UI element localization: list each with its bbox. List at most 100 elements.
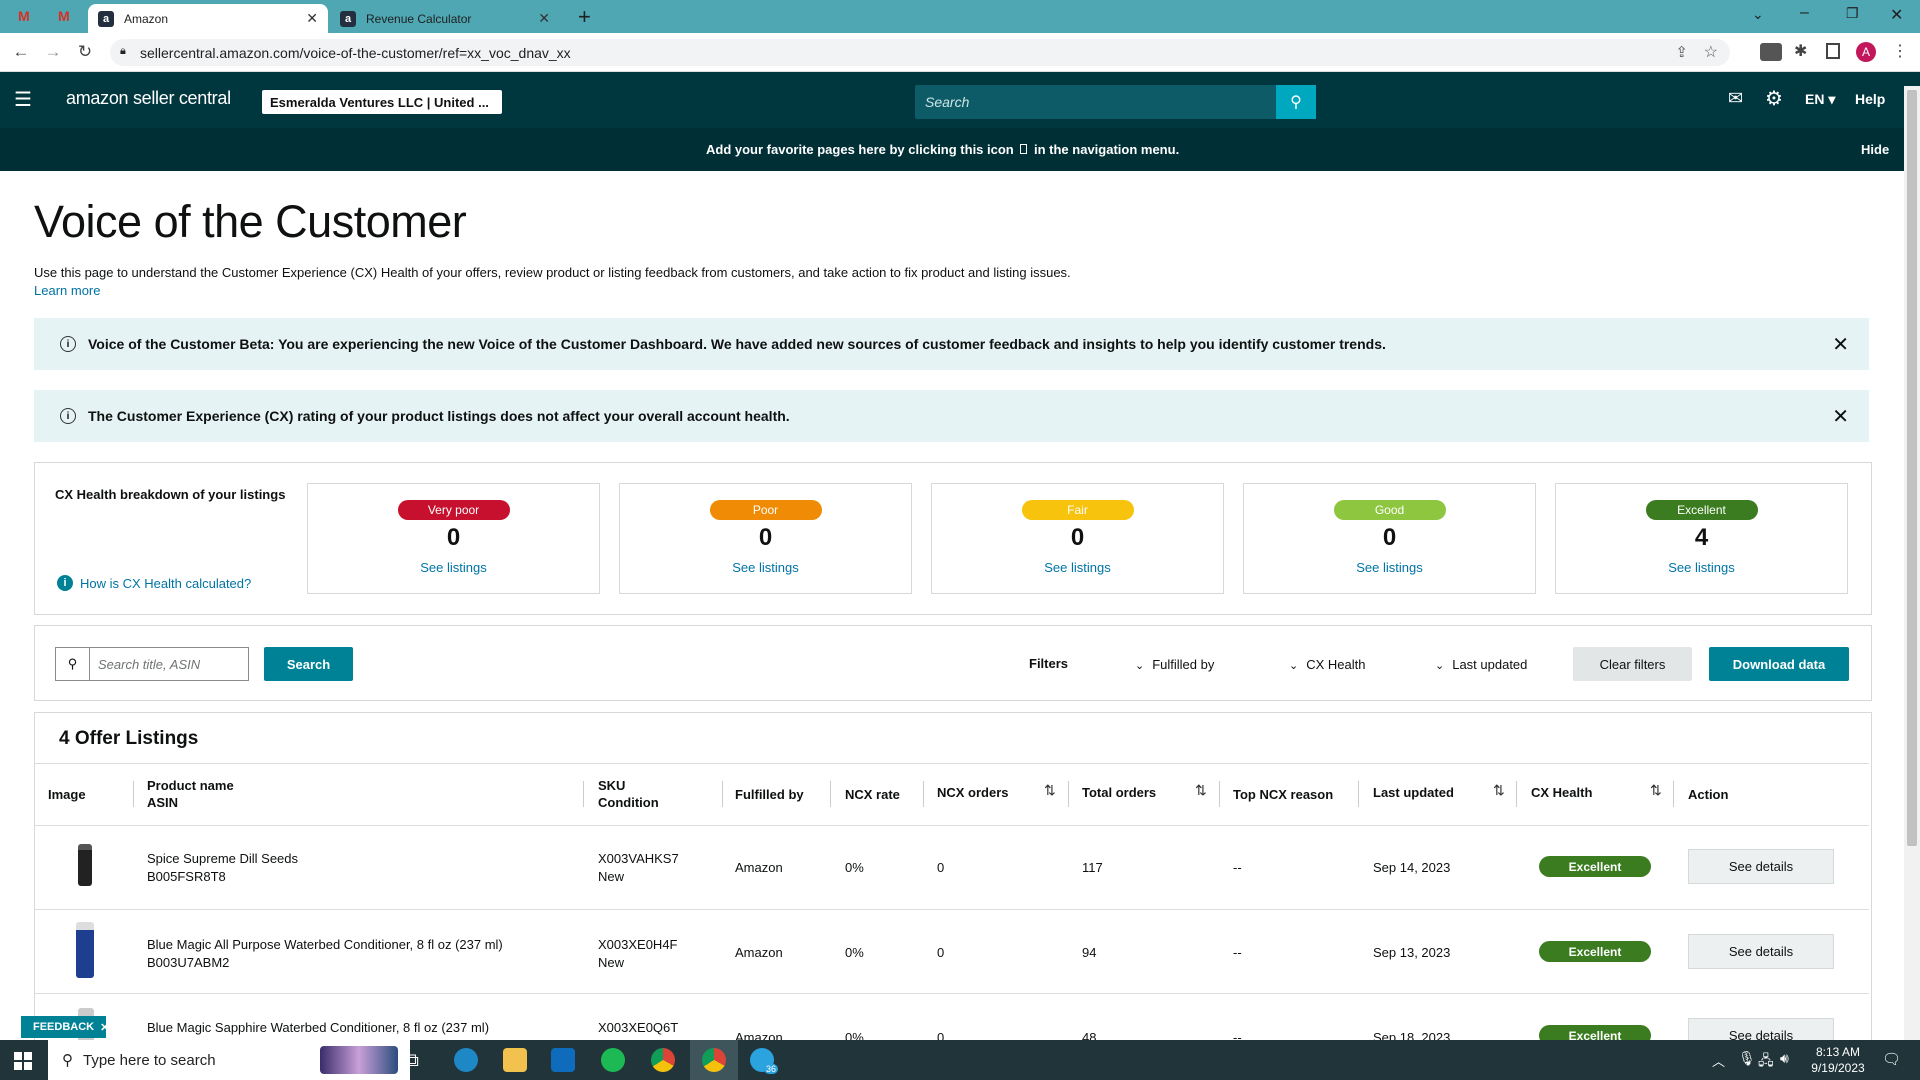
how-cx-health-link[interactable]: i How is CX Health calculated? (57, 575, 251, 591)
forward-icon[interactable]: → (42, 41, 64, 63)
clock[interactable]: 8:13 AM 9/19/2023 (1806, 1044, 1870, 1076)
col-cx-health[interactable]: CX Health (1531, 784, 1592, 801)
telegram-icon[interactable]: 36 (750, 1048, 778, 1074)
bookmark-star-icon[interactable]: ☆ (1704, 42, 1718, 62)
product-name-link[interactable]: Blue Magic All Purpose Waterbed Conditio… (147, 937, 503, 952)
header-search-button[interactable]: ⚲ (1276, 85, 1316, 119)
cx-health-badge: Excellent (1539, 856, 1651, 877)
learn-more-link[interactable]: Learn more (34, 283, 100, 298)
breakdown-label: CX Health breakdown of your listings (55, 487, 286, 502)
hide-favorites-link[interactable]: Hide (1861, 142, 1889, 157)
store-icon[interactable] (551, 1048, 575, 1072)
ncx-rate: 0% (845, 860, 864, 875)
gmail-tab-icon[interactable]: M (18, 8, 36, 24)
tab-list-icon[interactable]: ⌄ (1752, 6, 1764, 23)
task-view-icon[interactable]: ⧉ (406, 1050, 419, 1071)
close-window-icon[interactable]: ✕ (1890, 5, 1903, 25)
fulfilled-by-dropdown[interactable]: ⌄ Fulfilled by (1135, 657, 1214, 672)
close-tab-icon[interactable]: ✕ (538, 10, 550, 27)
new-tab-icon[interactable]: + (578, 4, 591, 30)
see-details-button[interactable]: See details (1688, 934, 1834, 969)
tray-chevron-icon[interactable]: ︿ (1712, 1051, 1725, 1070)
see-listings-link[interactable]: See listings (620, 560, 911, 575)
status-badge: Excellent (1645, 500, 1758, 520)
cx-health-dropdown[interactable]: ⌄ CX Health (1289, 657, 1365, 672)
windows-start-icon[interactable] (14, 1052, 32, 1070)
spotify-icon[interactable] (601, 1048, 625, 1072)
sidebar-icon[interactable] (1826, 43, 1840, 59)
col-ncx-orders[interactable]: NCX orders (937, 784, 1009, 801)
column-separator (1068, 781, 1069, 807)
tab-revenue-calculator[interactable]: a Revenue Calculator ✕ (330, 4, 560, 33)
see-listings-link[interactable]: See listings (1244, 560, 1535, 575)
product-name-link[interactable]: Blue Magic Sapphire Waterbed Conditioner… (147, 1020, 489, 1035)
table-divider (35, 825, 1869, 826)
seller-central-logo[interactable]: amazon seller central (66, 88, 231, 109)
close-icon[interactable]: ✕ (1832, 332, 1849, 357)
card-count: 0 (758, 524, 773, 551)
url-field[interactable]: 🔒︎ sellercentral.amazon.com/voice-of-the… (110, 39, 1730, 66)
sort-icon[interactable]: ⇅ (1044, 782, 1056, 799)
gmail-tab-icon-2[interactable]: M (58, 8, 76, 24)
sort-icon[interactable]: ⇅ (1650, 782, 1662, 799)
chrome-profile-icon[interactable] (702, 1048, 726, 1072)
browser-menu-icon[interactable]: ⋮ (1892, 41, 1908, 61)
listing-search-input[interactable]: ⚲ Search title, ASIN (55, 647, 249, 681)
network-icon[interactable]: 🖧︎ (1758, 1050, 1774, 1074)
maximize-icon[interactable]: ❐ (1846, 5, 1859, 22)
edge-icon[interactable] (454, 1048, 478, 1072)
see-details-button[interactable]: See details (1688, 849, 1834, 884)
page-scrollbar[interactable] (1904, 86, 1920, 1040)
microphone-icon[interactable]: 🎙︎ (1738, 1050, 1756, 1067)
chrome-icon[interactable] (651, 1048, 675, 1072)
col-total-orders[interactable]: Total orders (1082, 784, 1156, 801)
back-icon[interactable]: ← (10, 41, 32, 63)
filters-label: Filters (1029, 656, 1069, 671)
reload-icon[interactable]: ↻ (74, 41, 96, 63)
close-tab-icon[interactable]: ✕ (306, 10, 318, 27)
col-sku: SKU Condition (598, 777, 659, 811)
profile-avatar[interactable]: A (1856, 42, 1876, 62)
extensions-puzzle-icon[interactable]: ✱ (1794, 41, 1807, 61)
file-explorer-icon[interactable] (503, 1048, 527, 1072)
sort-icon[interactable]: ⇅ (1195, 782, 1207, 799)
notifications-icon[interactable]: 🗨︎ (1882, 1050, 1901, 1068)
search-icon: ⚲ (56, 648, 90, 680)
taskbar-search-input[interactable]: ⚲ Type here to search (48, 1040, 410, 1080)
col-last-updated[interactable]: Last updated (1373, 784, 1454, 801)
close-icon[interactable]: ✕ (100, 1021, 109, 1034)
store-selector[interactable]: Esmeralda Ventures LLC | United ... (262, 90, 502, 114)
col-sku-label: SKU (598, 778, 626, 793)
settings-gear-icon[interactable]: ⚙ (1765, 86, 1783, 111)
language-selector[interactable]: EN ▾ (1805, 91, 1835, 108)
tab-amazon[interactable]: a Amazon ✕ (88, 4, 328, 33)
see-listings-link[interactable]: See listings (308, 560, 599, 575)
last-updated-label: Last updated (1452, 657, 1528, 672)
download-data-button[interactable]: Download data (1709, 647, 1849, 681)
volume-icon[interactable]: 🔊︎ (1780, 1050, 1789, 1067)
help-link[interactable]: Help (1855, 91, 1885, 107)
hamburger-menu-icon[interactable]: ☰ (14, 87, 32, 112)
sort-icon[interactable]: ⇅ (1493, 782, 1505, 799)
sku: X003XE0H4F (598, 937, 678, 952)
see-listings-link[interactable]: See listings (1556, 560, 1847, 575)
close-icon[interactable]: ✕ (1832, 404, 1849, 429)
extension-off-icon[interactable] (1760, 43, 1782, 61)
tab-label: Revenue Calculator (366, 11, 472, 26)
cx-card-poor: Poor 0 See listings (619, 483, 912, 594)
see-details-button[interactable]: See details (1688, 1018, 1834, 1040)
share-icon[interactable]: ⇪ (1675, 43, 1688, 61)
table-divider (35, 763, 1869, 764)
search-button[interactable]: Search (264, 647, 353, 681)
product-name-link[interactable]: Spice Supreme Dill Seeds (147, 851, 298, 866)
cx-card-excellent: Excellent 4 See listings (1555, 483, 1848, 594)
scrollbar-thumb[interactable] (1907, 90, 1917, 846)
header-search-input[interactable]: Search (915, 85, 1276, 119)
last-updated-dropdown[interactable]: ⌄ Last updated (1435, 657, 1527, 672)
column-separator (923, 781, 924, 807)
feedback-tab[interactable]: FEEDBACK ✕ (21, 1016, 109, 1038)
mail-icon[interactable]: ✉ (1728, 88, 1743, 109)
minimize-icon[interactable]: – (1800, 4, 1809, 22)
see-listings-link[interactable]: See listings (932, 560, 1223, 575)
clear-filters-button[interactable]: Clear filters (1573, 647, 1692, 681)
